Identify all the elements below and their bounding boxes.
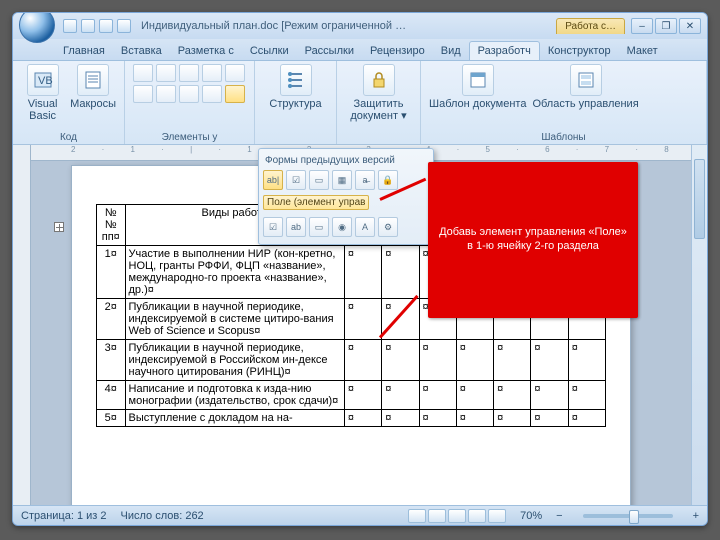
control-designmode-icon[interactable] [156, 85, 176, 103]
view-buttons [408, 509, 506, 523]
zoom-in-button[interactable]: + [693, 510, 699, 522]
context-tab-table[interactable]: Работа с… [556, 18, 625, 34]
table-move-handle[interactable] [54, 222, 64, 232]
visual-basic-button[interactable]: VB Visual Basic [21, 64, 64, 122]
control-date-icon[interactable] [133, 85, 153, 103]
activex-option-icon[interactable]: ◉ [332, 217, 352, 237]
table-row: 5¤Выступление с докладом на на-¤¤¤¤¤¤¤ [97, 410, 606, 427]
qat-undo-icon[interactable] [81, 19, 95, 33]
group-templates-label: Шаблоны [421, 132, 706, 143]
group-structure: Структура [255, 61, 337, 144]
tab-review[interactable]: Рецензиро [362, 42, 433, 60]
region-icon [576, 70, 596, 90]
control-richtext-icon[interactable] [133, 64, 153, 82]
close-button[interactable]: ✕ [679, 18, 701, 34]
activex-textbox-icon[interactable]: ab [286, 217, 306, 237]
callout-text: Добавь элемент управления «Поле» в 1-ю я… [436, 226, 630, 254]
structure-icon [286, 70, 306, 90]
control-dropdown-icon[interactable] [225, 64, 245, 82]
macros-icon [83, 70, 103, 90]
popup-tooltip: Поле (элемент управ [263, 195, 369, 210]
control-legacy-icon[interactable] [225, 85, 245, 103]
control-combo-icon[interactable] [202, 64, 222, 82]
activex-command-icon[interactable]: ▭ [309, 217, 329, 237]
protect-label: Защитить документ ▾ [345, 98, 412, 122]
template-label: Шаблон документа [429, 98, 526, 110]
scroll-thumb[interactable] [694, 159, 705, 239]
visual-basic-icon: VB [33, 70, 53, 90]
activex-checkbox-icon[interactable]: ☑ [263, 217, 283, 237]
table-row: 3¤Публикации в научной периодике, индекс… [97, 340, 606, 381]
group-code-label: Код [13, 132, 124, 143]
legacy-shading-icon[interactable]: a̶ [355, 170, 375, 190]
tab-insert[interactable]: Вставка [113, 42, 170, 60]
group-controls-label: Элементы у [125, 132, 254, 143]
view-fullscreen-icon[interactable] [428, 509, 446, 523]
ruler-vertical[interactable] [13, 145, 31, 505]
ribbon: VB Visual Basic Макросы Код [13, 61, 707, 145]
tab-references[interactable]: Ссылки [242, 42, 297, 60]
region-label: Область управления [532, 98, 638, 110]
tab-layout[interactable]: Разметка с [170, 42, 242, 60]
structure-button[interactable]: Структура [263, 64, 328, 110]
titlebar: Индивидуальный план.doc [Режим ограничен… [13, 13, 707, 39]
callout-box: Добавь элемент управления «Поле» в 1-ю я… [428, 162, 638, 318]
view-print-icon[interactable] [408, 509, 426, 523]
status-words[interactable]: Число слов: 262 [121, 510, 204, 522]
ribbon-tabs: Главная Вставка Разметка с Ссылки Рассыл… [13, 39, 707, 61]
restore-button[interactable]: ❐ [655, 18, 677, 34]
visual-basic-label: Visual Basic [21, 98, 64, 122]
qat-save-icon[interactable] [63, 19, 77, 33]
tab-table-layout[interactable]: Макет [619, 42, 666, 60]
control-picture-icon[interactable] [179, 64, 199, 82]
legacy-reset-icon[interactable]: 🔒 [378, 170, 398, 190]
legacy-checkbox-icon[interactable]: ☑ [286, 170, 306, 190]
group-code: VB Visual Basic Макросы Код [13, 61, 125, 144]
tab-mailings[interactable]: Рассылки [297, 42, 362, 60]
lock-icon [369, 70, 389, 90]
legacy-dropdown-icon[interactable]: ▭ [309, 170, 329, 190]
legacy-textfield-icon[interactable]: ab| [263, 170, 283, 190]
quick-access-toolbar [63, 19, 131, 33]
qat-redo-icon[interactable] [99, 19, 113, 33]
control-text-icon[interactable] [156, 64, 176, 82]
activex-more-icon[interactable]: ⚙ [378, 217, 398, 237]
tab-table-design[interactable]: Конструктор [540, 42, 619, 60]
window-title: Индивидуальный план.doc [Режим ограничен… [141, 20, 556, 32]
view-draft-icon[interactable] [488, 509, 506, 523]
tab-view[interactable]: Вид [433, 42, 469, 60]
template-button[interactable]: Шаблон документа [429, 64, 526, 110]
status-page[interactable]: Страница: 1 из 2 [21, 510, 107, 522]
legacy-forms-popup: Формы предыдущих версий ab| ☑ ▭ ▦ a̶ 🔒 П… [258, 148, 434, 245]
view-web-icon[interactable] [448, 509, 466, 523]
group-protect: Защитить документ ▾ [337, 61, 421, 144]
tab-home[interactable]: Главная [55, 42, 113, 60]
legacy-frame-icon[interactable]: ▦ [332, 170, 352, 190]
scrollbar-vertical[interactable] [691, 145, 707, 505]
protect-button[interactable]: Защитить документ ▾ [345, 64, 412, 122]
zoom-slider[interactable] [583, 514, 673, 518]
tab-developer[interactable]: Разработч [469, 41, 540, 60]
view-outline-icon[interactable] [468, 509, 486, 523]
window-buttons: – ❐ ✕ [631, 18, 701, 34]
structure-label: Структура [269, 98, 321, 110]
activex-list-icon[interactable]: A [355, 217, 375, 237]
minimize-button[interactable]: – [631, 18, 653, 34]
template-icon [468, 70, 488, 90]
zoom-label[interactable]: 70% [520, 510, 542, 522]
macros-label: Макросы [70, 98, 116, 110]
svg-text:VB: VB [38, 75, 53, 87]
group-templates: Шаблон документа Область управления Шабл… [421, 61, 707, 144]
popup-header: Формы предыдущих версий [265, 155, 429, 166]
table-row: 4¤Написание и подготовка к изда-нию моно… [97, 381, 606, 410]
control-group-icon[interactable] [202, 85, 222, 103]
group-controls: Элементы у [125, 61, 255, 144]
col-number: №№ пп¤ [97, 205, 126, 246]
qat-customize-icon[interactable] [117, 19, 131, 33]
region-button[interactable]: Область управления [532, 64, 638, 110]
status-bar: Страница: 1 из 2 Число слов: 262 70% − + [13, 505, 707, 525]
zoom-out-button[interactable]: − [556, 510, 562, 522]
macros-button[interactable]: Макросы [70, 64, 116, 122]
control-properties-icon[interactable] [179, 85, 199, 103]
